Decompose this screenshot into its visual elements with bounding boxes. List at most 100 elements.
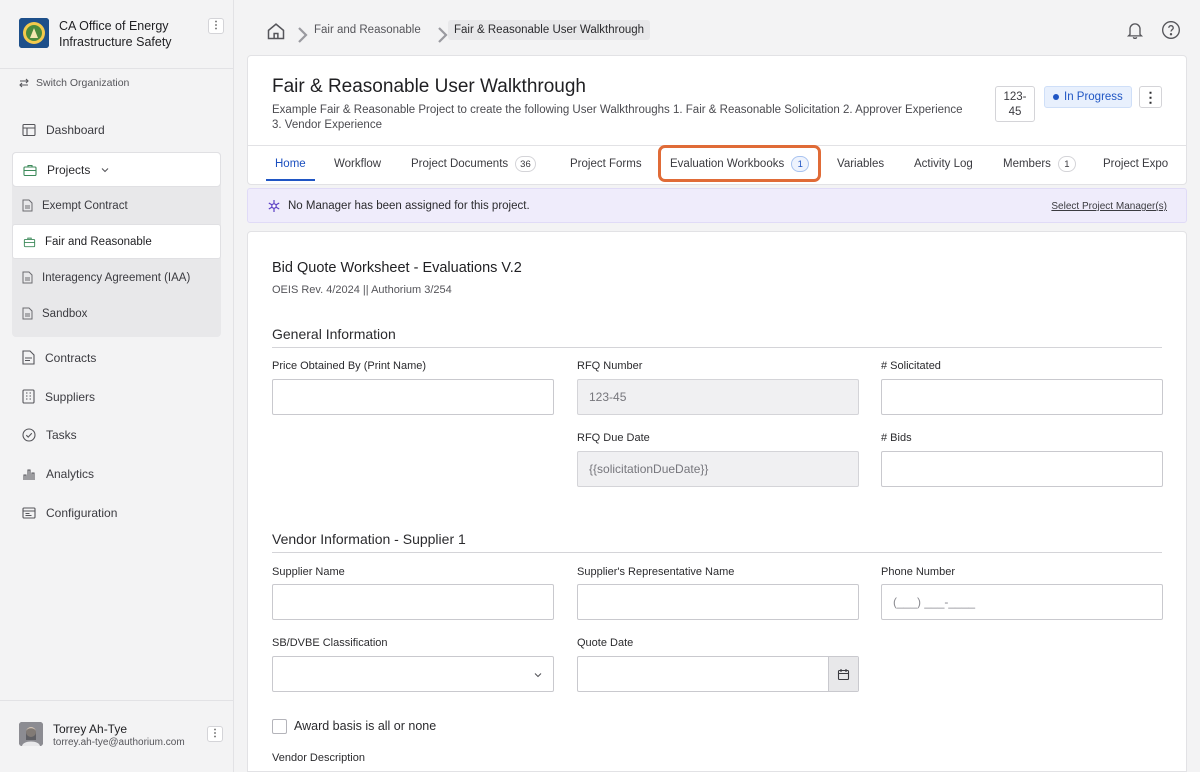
- home-icon[interactable]: [266, 21, 286, 41]
- org-seal-logo: [19, 18, 49, 48]
- tab-variables-label: Variables: [837, 158, 885, 170]
- project-item-exempt-contract[interactable]: Exempt Contract: [12, 188, 221, 223]
- solicited-label: # Solicitated: [881, 360, 941, 372]
- chevron-right-icon: [298, 27, 308, 43]
- status-label: In Progress: [1064, 91, 1123, 103]
- nav-contracts-label: Contracts: [45, 350, 97, 365]
- phone-placeholder: (___) ___-____: [893, 595, 976, 609]
- switch-organization-label: Switch Organization: [36, 77, 130, 89]
- calendar-button[interactable]: [828, 657, 858, 691]
- nav-tasks[interactable]: Tasks: [22, 428, 77, 442]
- nav-projects-label: Projects: [47, 162, 91, 177]
- section-title: Vendor Information - Supplier 1: [272, 531, 466, 547]
- dashboard-icon: [22, 123, 36, 137]
- representative-name-input[interactable]: [577, 584, 859, 620]
- nav-suppliers[interactable]: Suppliers: [22, 389, 95, 404]
- document-icon: [22, 199, 33, 212]
- org-name: CA Office of Energy Infrastructure Safet…: [59, 19, 172, 49]
- org-header: CA Office of Energy Infrastructure Safet…: [0, 0, 233, 69]
- project-item-label: Fair and Reasonable: [45, 235, 152, 248]
- project-menu-button[interactable]: ⋮: [1139, 86, 1162, 108]
- tab-active-indicator: [266, 179, 315, 181]
- tab-project-export[interactable]: Project Expo: [1103, 156, 1168, 172]
- breadcrumb-current: Fair & Reasonable User Walkthrough: [448, 20, 651, 40]
- phone-number-input[interactable]: (___) ___-____: [881, 584, 1163, 620]
- briefcase-icon: [23, 237, 36, 247]
- alert-message: No Manager has been assigned for this pr…: [288, 200, 530, 212]
- nav-analytics[interactable]: Analytics: [22, 467, 94, 481]
- projects-group: Projects Exempt Contract Fair and Reason…: [12, 152, 221, 337]
- project-item-interagency-agreement[interactable]: Interagency Agreement (IAA): [12, 260, 221, 295]
- org-menu-button[interactable]: ⋮: [208, 18, 224, 34]
- members-count-badge: 1: [1057, 156, 1076, 172]
- tab-documents-label: Project Documents: [411, 158, 509, 170]
- award-basis-checkbox[interactable]: [272, 719, 287, 734]
- tab-members[interactable]: Members 1: [1003, 156, 1076, 172]
- project-item-sandbox[interactable]: Sandbox: [12, 296, 221, 331]
- sidebar: CA Office of Energy Infrastructure Safet…: [0, 0, 234, 772]
- nav-dashboard-label: Dashboard: [46, 123, 105, 137]
- section-title: General Information: [272, 326, 396, 342]
- tab-activity-label: Activity Log: [914, 158, 973, 170]
- tab-workflow[interactable]: Workflow: [334, 156, 381, 172]
- rfq-number-label: RFQ Number: [577, 360, 643, 372]
- solicited-input[interactable]: [881, 379, 1163, 415]
- user-menu-button[interactable]: ⋮: [207, 726, 223, 742]
- tab-project-forms[interactable]: Project Forms: [570, 156, 642, 172]
- rfq-due-date-value: {{solicitationDueDate}}: [589, 462, 709, 476]
- status-dot-icon: [1053, 94, 1059, 100]
- rfq-due-date-input: {{solicitationDueDate}}: [577, 451, 859, 487]
- supplier-name-input[interactable]: [272, 584, 554, 620]
- configuration-icon: [22, 507, 36, 519]
- calendar-icon: [837, 668, 850, 680]
- manager-alert: No Manager has been assigned for this pr…: [247, 188, 1187, 223]
- status-badge: In Progress: [1044, 86, 1132, 108]
- vendor-description-label: Vendor Description: [272, 752, 365, 764]
- nav-analytics-label: Analytics: [46, 467, 95, 481]
- user-email: torrey.ah-tye@authorium.com: [53, 737, 185, 748]
- quote-date-input[interactable]: [577, 656, 859, 692]
- tab-activity-log[interactable]: Activity Log: [914, 156, 973, 172]
- nav-projects[interactable]: Projects: [12, 152, 221, 187]
- nav-contracts[interactable]: Contracts: [22, 350, 96, 365]
- tab-project-documents[interactable]: Project Documents 36: [411, 156, 536, 172]
- tab-highlight-outline: [658, 145, 821, 182]
- top-bar: Fair and Reasonable Fair & Reasonable Us…: [234, 0, 1200, 60]
- bar-chart-icon: [23, 469, 35, 480]
- help-icon[interactable]: [1161, 20, 1181, 40]
- tab-home[interactable]: Home: [275, 156, 306, 172]
- tab-variables[interactable]: Variables: [837, 156, 884, 172]
- project-item-label: Exempt Contract: [42, 199, 128, 212]
- chevron-down-icon: [101, 167, 109, 172]
- sb-dvbe-select[interactable]: [272, 656, 554, 692]
- phone-number-label: Phone Number: [881, 566, 955, 578]
- documents-count-badge: 36: [515, 156, 536, 172]
- bids-input[interactable]: [881, 451, 1163, 487]
- briefcase-icon: [23, 164, 37, 176]
- project-item-label: Interagency Agreement (IAA): [42, 271, 191, 284]
- supplier-name-label: Supplier Name: [272, 566, 345, 578]
- rfq-chip-line2: 45: [1008, 106, 1022, 118]
- user-profile[interactable]: Torrey Ah-Tye torrey.ah-tye@authorium.co…: [0, 700, 233, 772]
- nav-configuration-label: Configuration: [46, 506, 118, 520]
- check-circle-icon: [22, 428, 36, 442]
- bell-icon[interactable]: [1125, 20, 1145, 40]
- breadcrumb-parent[interactable]: Fair and Reasonable: [314, 20, 421, 40]
- worksheet-form: Bid Quote Worksheet - Evaluations V.2 OE…: [247, 231, 1187, 772]
- project-item-label: Sandbox: [42, 307, 88, 320]
- rfq-due-date-label: RFQ Due Date: [577, 432, 650, 444]
- chevron-down-icon: [534, 673, 542, 678]
- contract-icon: [22, 350, 35, 365]
- rfq-number-input: 123-45: [577, 379, 859, 415]
- select-project-manager-link[interactable]: Select Project Manager(s): [1051, 201, 1167, 212]
- project-item-fair-and-reasonable[interactable]: Fair and Reasonable: [12, 224, 221, 259]
- rfq-chip-line1: 123-: [1003, 91, 1027, 103]
- nav-configuration[interactable]: Configuration: [22, 506, 117, 520]
- avatar: [19, 722, 43, 746]
- rfq-number-chip: 123- 45: [995, 86, 1035, 122]
- nav-suppliers-label: Suppliers: [45, 389, 96, 404]
- nav-dashboard[interactable]: Dashboard: [22, 123, 105, 137]
- sb-dvbe-label: SB/DVBE Classification: [272, 637, 388, 649]
- price-obtained-input[interactable]: [272, 379, 554, 415]
- switch-organization-link[interactable]: Switch Organization: [18, 77, 129, 89]
